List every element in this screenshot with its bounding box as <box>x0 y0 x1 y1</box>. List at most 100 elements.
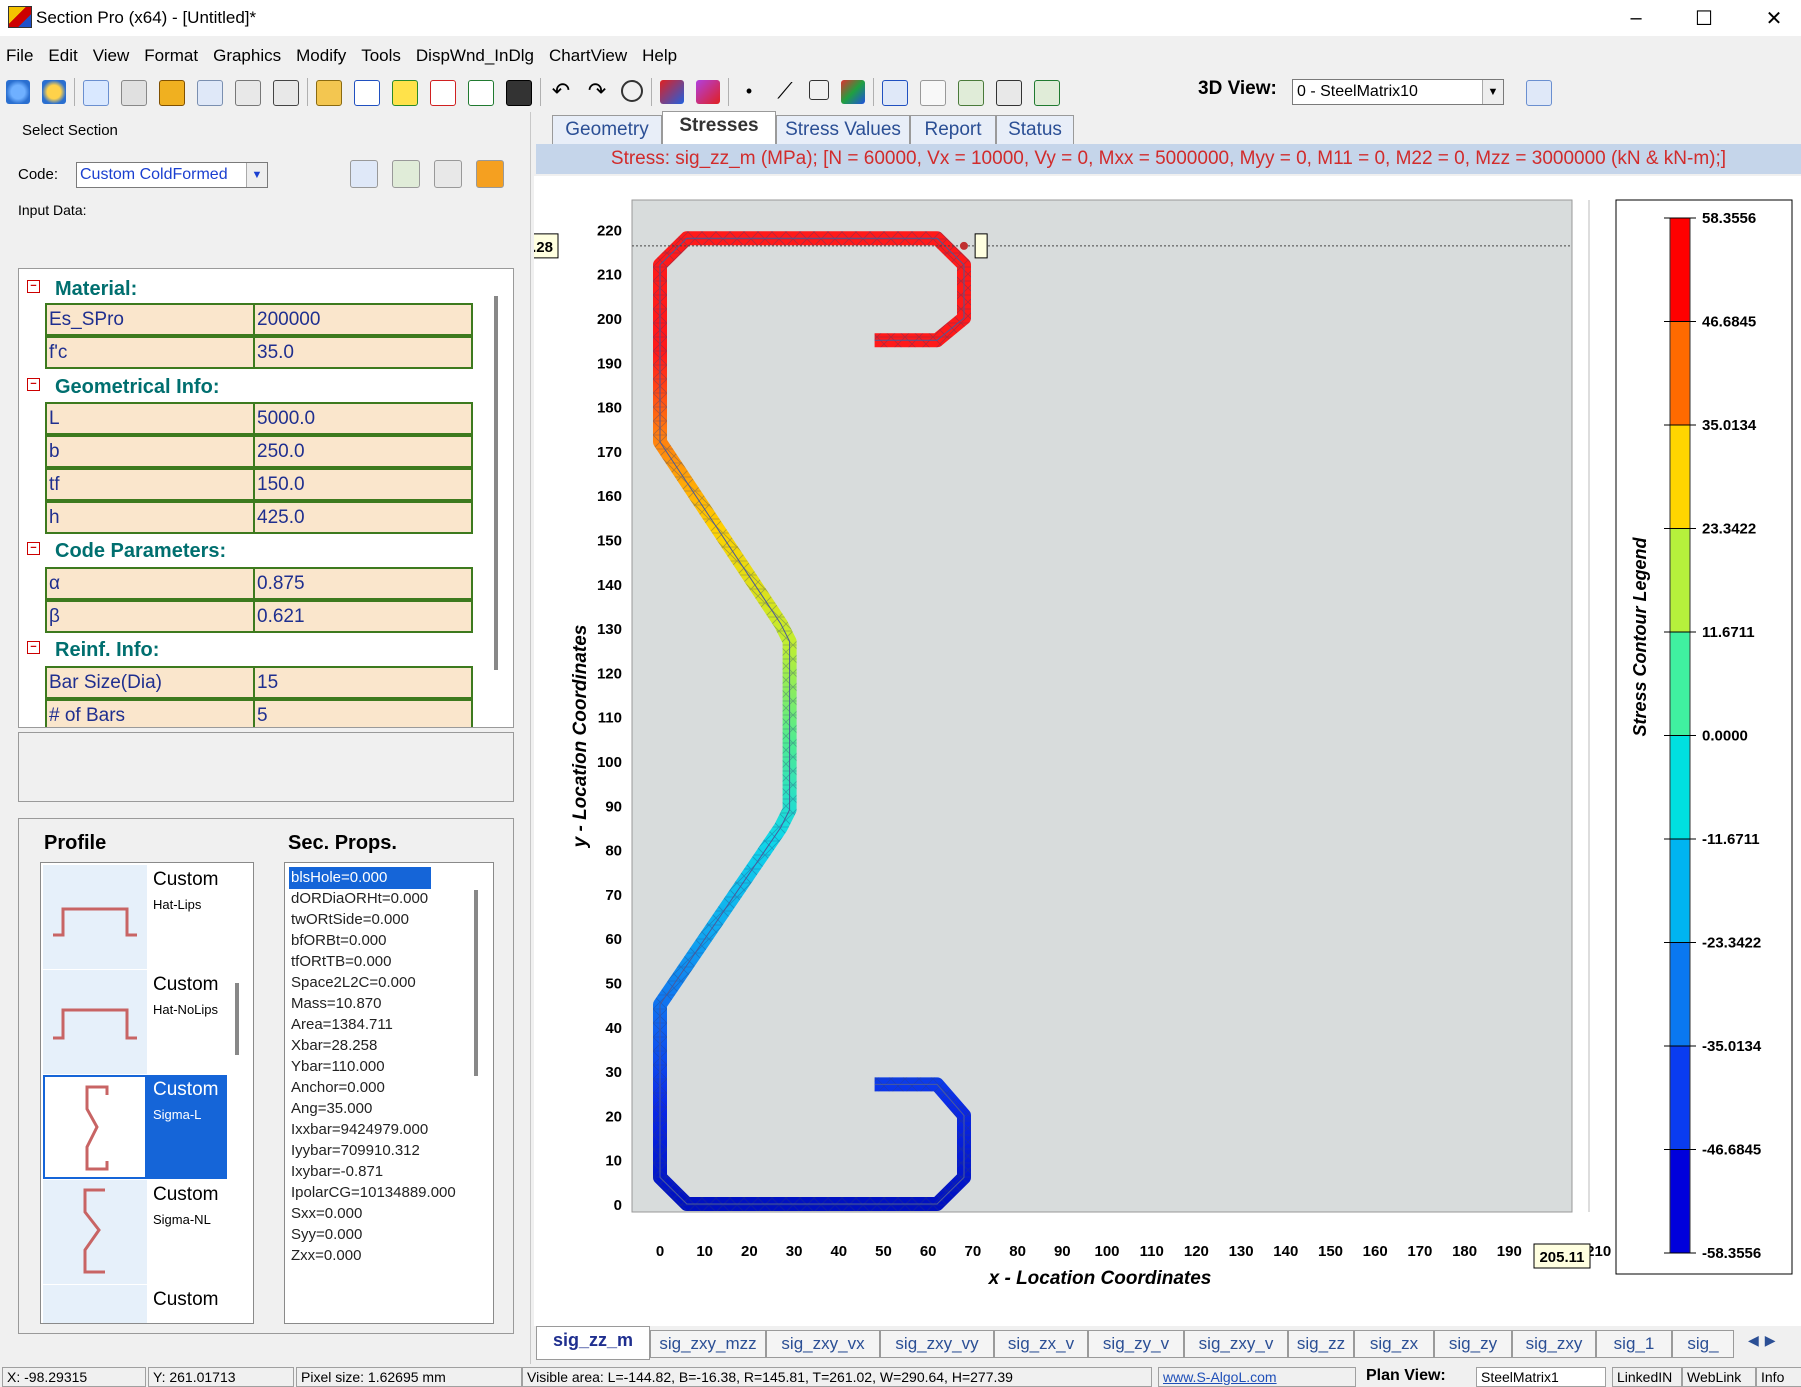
tab-sig-[interactable]: sig_ <box>1672 1330 1734 1358</box>
globe-icon[interactable] <box>6 80 30 104</box>
sec-prop-item[interactable]: dORDiaORHt=0.000 <box>289 888 428 910</box>
info-button[interactable]: Info <box>1756 1367 1801 1387</box>
tab-stresses[interactable]: Stresses <box>662 111 776 144</box>
tab-sig-zy[interactable]: sig_zy <box>1434 1330 1512 1358</box>
menu-file[interactable]: File <box>0 38 42 66</box>
menu-graphics[interactable]: Graphics <box>207 38 290 66</box>
code-select[interactable]: Custom ColdFormed ▼ <box>76 162 268 188</box>
tab-status[interactable]: Status <box>996 115 1074 145</box>
view-settings-icon[interactable] <box>1526 80 1552 106</box>
sec-props-list[interactable]: blsHole=0.000 dORDiaORHt=0.000 twORtSide=0… <box>284 862 494 1324</box>
profile-item-hat-nolips[interactable]: Custom Hat-NoLips <box>43 970 227 1074</box>
sec-prop-item[interactable]: Anchor=0.000 <box>289 1077 385 1099</box>
close-button[interactable]: ✕ <box>1748 0 1800 36</box>
tab-sig-zxy-vy[interactable]: sig_zxy_vy <box>880 1330 994 1358</box>
sec-prop-item[interactable]: bfORBt=0.000 <box>289 930 386 952</box>
line-icon[interactable]: ⟋ <box>773 80 797 104</box>
menu-chartview[interactable]: ChartView <box>543 38 636 66</box>
plot-canvas[interactable]: 0 10 20 30 40 50 60 70 80 90 100 110 120 130 140 150 160… <box>501 176 1801 1326</box>
menu-edit[interactable]: Edit <box>42 38 86 66</box>
export-icon[interactable] <box>958 80 984 106</box>
sec-prop-item[interactable]: Ixybar=-0.871 <box>289 1161 383 1183</box>
collapse-icon[interactable]: − <box>27 542 40 555</box>
profile-list[interactable]: Custom Hat-Lips Custom Hat-NoLips Custom Si… <box>40 862 254 1324</box>
node-icon[interactable] <box>660 80 684 104</box>
tab-sig-zz-m[interactable]: sig_zz_m <box>536 1326 650 1360</box>
menu-dispwnd[interactable]: DispWnd_InDlg <box>410 38 543 66</box>
list-icon[interactable] <box>920 80 946 106</box>
sec-prop-item[interactable]: tfORtTB=0.000 <box>289 951 391 973</box>
prop-row-b[interactable]: b 250.0 <box>45 435 493 468</box>
tab-report[interactable]: Report <box>910 115 996 145</box>
stress-contour-plot[interactable]: 0 10 20 30 40 50 60 70 80 90 100 110 120 130 140 150 160… <box>501 176 1801 1326</box>
box-icon[interactable] <box>159 80 185 106</box>
property-grid-scrollbar[interactable] <box>494 296 498 670</box>
collapse-icon[interactable]: − <box>27 378 40 391</box>
sec-prop-item[interactable]: Ang=35.000 <box>289 1098 372 1120</box>
prop-row-L[interactable]: L 5000.0 <box>45 402 493 435</box>
save-icon[interactable] <box>506 80 532 106</box>
category-geometrical[interactable]: − Geometrical Info: <box>19 371 489 401</box>
chart-icon[interactable] <box>273 80 299 106</box>
sec-prop-item[interactable]: Syy=0.000 <box>289 1224 362 1246</box>
prop-row-es[interactable]: Es_SPro 200000 <box>45 303 493 336</box>
category-reinf[interactable]: − Reinf. Info: <box>19 634 489 664</box>
category-material[interactable]: − Material: <box>19 273 489 303</box>
sec-prop-item[interactable]: Xbar=28.258 <box>289 1035 377 1057</box>
sheet-icon[interactable] <box>1034 80 1060 106</box>
profile-item-hat-lips[interactable]: Custom Hat-Lips <box>43 865 227 969</box>
sec-prop-item[interactable]: twORtSide=0.000 <box>289 909 409 931</box>
collapse-icon[interactable]: − <box>27 280 40 293</box>
profile-list-scrollbar[interactable] <box>235 983 239 1055</box>
import-icon[interactable] <box>392 80 418 106</box>
secprops-scrollbar[interactable] <box>474 890 478 1076</box>
prop-row-fc[interactable]: f'c 35.0 <box>45 336 493 369</box>
sec-prop-item[interactable]: Zxx=0.000 <box>289 1245 361 1267</box>
minimize-button[interactable]: – <box>1610 0 1662 36</box>
point-icon[interactable]: • <box>737 80 761 104</box>
menu-help[interactable]: Help <box>636 38 686 66</box>
section-icon[interactable] <box>882 80 908 106</box>
weblink-button[interactable]: WebLink <box>1682 1367 1756 1387</box>
excel-icon[interactable] <box>468 80 494 106</box>
prop-row-alpha[interactable]: α 0.875 <box>45 567 493 600</box>
tab-sig-1[interactable]: sig_1 <box>1596 1330 1672 1358</box>
redo-icon[interactable]: ↷ <box>585 80 609 104</box>
pdf-icon[interactable] <box>430 80 456 106</box>
paste-section-button[interactable] <box>434 160 462 188</box>
view3d-select[interactable]: 0 - SteelMatrix10 ▼ <box>1292 79 1504 105</box>
refresh-icon[interactable] <box>197 80 223 106</box>
open-folder-icon[interactable] <box>316 80 342 106</box>
sec-prop-item[interactable]: Mass=10.870 <box>289 993 381 1015</box>
polygon-icon[interactable] <box>809 80 829 100</box>
tab-sig-zx-v[interactable]: sig_zx_v <box>994 1330 1088 1358</box>
grid-icon[interactable] <box>121 80 147 106</box>
export-section-button[interactable] <box>392 160 420 188</box>
profile-item-sigma-l[interactable]: Custom Sigma-L <box>43 1075 227 1179</box>
menu-tools[interactable]: Tools <box>355 38 410 66</box>
sec-prop-item[interactable]: Iyybar=709910.312 <box>289 1140 420 1162</box>
table-icon[interactable] <box>235 80 261 106</box>
shapes-icon[interactable] <box>841 80 865 104</box>
prop-row-tf[interactable]: tf 150.0 <box>45 468 493 501</box>
tab-sig-zx[interactable]: sig_zx <box>1354 1330 1434 1358</box>
category-code-params[interactable]: − Code Parameters: <box>19 535 489 565</box>
sec-prop-item[interactable]: Ixxbar=9424979.000 <box>289 1119 428 1141</box>
tab-sig-zxy-v[interactable]: sig_zxy_v <box>1184 1330 1288 1358</box>
sec-prop-item[interactable]: Sxx=0.000 <box>289 1203 362 1225</box>
sec-prop-item[interactable]: Ybar=110.000 <box>289 1056 385 1078</box>
calendar-icon[interactable] <box>83 80 109 106</box>
tab-geometry[interactable]: Geometry <box>552 115 662 145</box>
tab-sig-zz[interactable]: sig_zz <box>1288 1330 1354 1358</box>
prop-row-bar-size[interactable]: Bar Size(Dia) 15 <box>45 666 493 699</box>
tab-scroll-arrows-icon[interactable]: ◀▶ <box>1748 1332 1782 1349</box>
collapse-icon[interactable]: − <box>27 641 40 654</box>
website-link[interactable]: www.S-AlgoL.com <box>1158 1367 1356 1387</box>
zoom-icon[interactable] <box>621 80 643 102</box>
mesh-icon[interactable] <box>696 80 720 104</box>
tab-sig-zxy-mzz[interactable]: sig_zxy_mzz <box>650 1330 766 1358</box>
calc-button[interactable] <box>476 160 504 188</box>
sec-prop-item[interactable]: IpolarCG=10134889.000 <box>289 1182 456 1204</box>
prop-row-beta[interactable]: β 0.621 <box>45 600 493 633</box>
save-all-icon[interactable] <box>996 80 1022 106</box>
